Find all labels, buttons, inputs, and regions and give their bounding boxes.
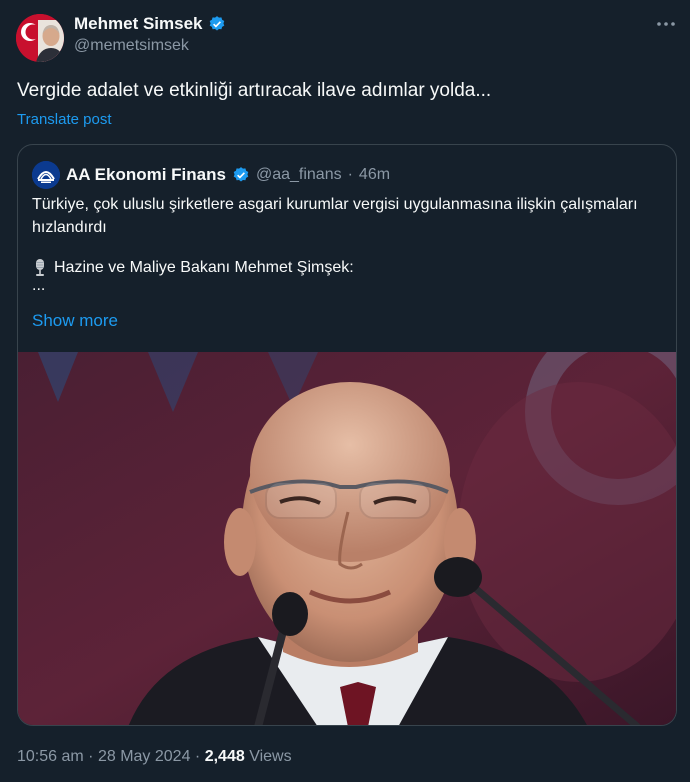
meta-separator: ·	[347, 166, 353, 183]
show-more-link[interactable]: Show more	[32, 311, 118, 331]
tweet-time[interactable]: 10:56 am	[17, 748, 84, 765]
more-dots-graphic	[657, 22, 675, 26]
quoted-post-ellipsis: ...	[32, 277, 46, 294]
quoted-post-text: Türkiye, çok uluslu şirketlere asgari ku…	[32, 196, 638, 236]
quoted-post-line-text: Hazine ve Maliye Bakanı Mehmet Şimşek:	[54, 259, 354, 276]
verified-badge-icon	[233, 167, 249, 182]
author-avatar[interactable]	[16, 14, 64, 62]
footer-separator: ·	[88, 748, 94, 765]
quoted-post-photo[interactable]	[18, 352, 677, 726]
quoted-post-header: AA Ekonomi Finans @aa_finans · 46m	[32, 161, 390, 189]
quoted-post-time[interactable]: 46m	[359, 166, 390, 184]
author-handle[interactable]: @memetsimsek	[74, 37, 226, 55]
tweet-footer: 10:56 am · 28 May 2024 · 2,448 Views	[17, 748, 292, 766]
views-label: Views	[249, 748, 292, 765]
footer-separator: ·	[194, 748, 201, 765]
verified-badge-icon	[209, 16, 224, 31]
author-name[interactable]: Mehmet Simsek	[74, 14, 203, 34]
author-avatar-image	[16, 14, 64, 62]
studio-microphone-icon	[36, 258, 44, 276]
quoted-post[interactable]: AA Ekonomi Finans @aa_finans · 46m Türki…	[17, 144, 677, 726]
more-options-icon[interactable]	[656, 14, 676, 39]
quoted-author-handle[interactable]: @aa_finans	[256, 166, 342, 184]
quoted-author-name[interactable]: AA Ekonomi Finans	[66, 165, 226, 185]
translate-post-link[interactable]: Translate post	[17, 111, 112, 128]
tweet-text: Vergide adalet ve etkinliği artıracak il…	[17, 80, 492, 101]
aa-logo-icon	[32, 161, 60, 189]
quoted-post-body: Türkiye, çok uluslu şirketlere asgari ku…	[32, 193, 662, 294]
tweet-date[interactable]: 28 May 2024	[98, 748, 191, 765]
views-count: 2,448	[204, 748, 245, 765]
quoted-author-avatar[interactable]	[32, 161, 60, 189]
quoted-post-line: Hazine ve Maliye Bakanı Mehmet Şimşek:	[32, 256, 662, 279]
author-block: Mehmet Simsek @memetsimsek	[74, 14, 226, 55]
